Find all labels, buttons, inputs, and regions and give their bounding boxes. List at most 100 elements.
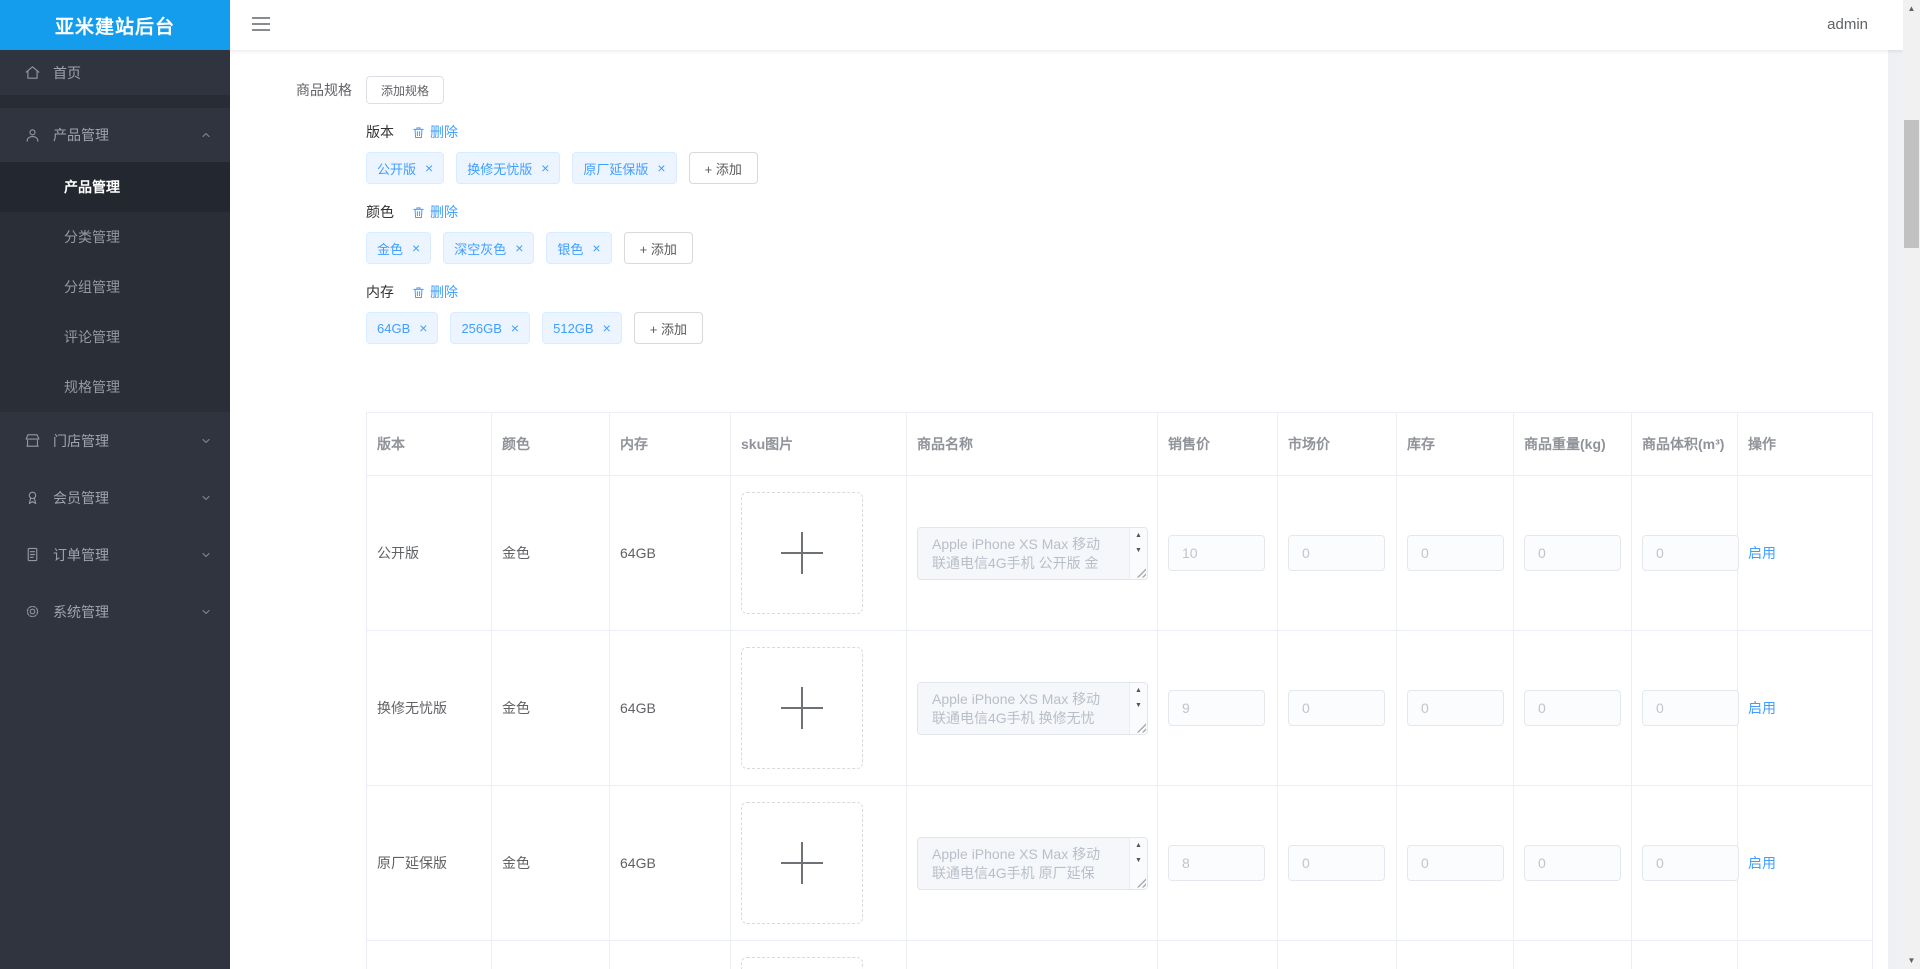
weight-input[interactable]	[1524, 845, 1621, 881]
sidebar-item-product-manage[interactable]: 产品管理	[0, 162, 230, 212]
sidebar-item-system[interactable]: 系统管理	[0, 583, 230, 640]
sku-table: 版本 颜色 内存 sku图片 商品名称 销售价 市场价 库存 商品重量(kg) …	[366, 412, 1873, 969]
sidebar-item-label: 系统管理	[53, 603, 109, 620]
topbar: admin	[230, 0, 1903, 50]
sidebar-submenu-product: 产品管理 分类管理 分组管理 评论管理 规格管理	[0, 162, 230, 412]
market-price-input[interactable]	[1288, 690, 1385, 726]
scrollbar-down-icon[interactable]: ▼	[1903, 952, 1920, 969]
sidebar-item-store[interactable]: 门店管理	[0, 412, 230, 469]
app-title: 亚米建站后台	[0, 0, 230, 50]
scroll-down-icon[interactable]: ▼	[1130, 698, 1147, 713]
spec-group-name: 版本	[366, 124, 394, 140]
sidebar-item-order[interactable]: 订单管理	[0, 526, 230, 583]
cell-market-price	[1277, 475, 1397, 631]
tag-close-icon[interactable]: ×	[511, 321, 519, 335]
spec-group-color: 颜色 删除	[366, 202, 1888, 222]
cell-sku-image	[730, 785, 907, 941]
price-input[interactable]	[1168, 690, 1265, 726]
tag-close-icon[interactable]: ×	[419, 321, 427, 335]
weight-input[interactable]	[1524, 535, 1621, 571]
add-tag-button[interactable]: + 添加	[623, 232, 693, 264]
cell-market-price	[1277, 940, 1397, 969]
add-spec-button[interactable]: 添加规格	[366, 76, 445, 104]
user-icon	[24, 127, 41, 144]
spec-tag: 256GB ×	[450, 312, 531, 344]
spec-tag-label: 银色	[557, 241, 584, 257]
sidebar-item-spec-manage[interactable]: 规格管理	[0, 362, 230, 412]
gear-icon	[24, 603, 41, 620]
add-tag-button[interactable]: + 添加	[633, 312, 703, 344]
volume-input[interactable]	[1642, 535, 1739, 571]
sidebar-item-comment-manage[interactable]: 评论管理	[0, 312, 230, 362]
cell-weight	[1513, 785, 1632, 941]
table-header-cell: 操作	[1737, 412, 1873, 476]
menu-toggle-button[interactable]	[252, 17, 272, 33]
tag-close-icon[interactable]: ×	[592, 241, 600, 255]
sidebar-item-product[interactable]: 产品管理	[0, 108, 230, 162]
stock-input[interactable]	[1407, 845, 1504, 881]
spec-group-memory: 内存 删除	[366, 282, 1888, 302]
market-price-input[interactable]	[1288, 845, 1385, 881]
product-name-textarea[interactable]: Apple iPhone XS Max 移动 联通电信4G手机 原厂延保 ▲ ▼	[917, 836, 1148, 890]
stock-input[interactable]	[1407, 535, 1504, 571]
spec-tag-label: 深空灰色	[454, 241, 507, 257]
trash-icon	[413, 286, 424, 298]
scroll-down-icon[interactable]: ▼	[1130, 853, 1147, 868]
plus-icon	[781, 842, 823, 884]
cell-sku-image	[730, 475, 907, 631]
user-menu[interactable]: admin	[1827, 0, 1868, 50]
sidebar-item-member[interactable]: 会员管理	[0, 469, 230, 526]
tag-close-icon[interactable]: ×	[541, 161, 549, 175]
delete-spec-button[interactable]: 删除	[411, 282, 458, 302]
tag-close-icon[interactable]: ×	[515, 241, 523, 255]
scroll-up-icon[interactable]: ▲	[1130, 528, 1147, 543]
product-name-textarea[interactable]: Apple iPhone XS Max 移动 联通电信4G手机 换修无忧 ▲ ▼	[917, 681, 1148, 735]
price-input[interactable]	[1168, 845, 1265, 881]
cell-color: 金色	[491, 630, 610, 786]
scroll-up-icon[interactable]: ▲	[1130, 838, 1147, 853]
delete-spec-button[interactable]: 删除	[411, 202, 458, 222]
table-header-cell: 颜色	[491, 412, 610, 476]
tag-close-icon[interactable]: ×	[412, 241, 420, 255]
tag-close-icon[interactable]: ×	[425, 161, 433, 175]
table-row: 换修无忧版 金色 64GB Apple iPhone XS Max 移动 联通电…	[366, 630, 1873, 786]
cell-market-price	[1277, 630, 1397, 786]
volume-input[interactable]	[1642, 845, 1739, 881]
enable-link[interactable]: 启用	[1748, 700, 1776, 716]
chevron-down-icon	[200, 435, 212, 447]
scrollbar-thumb[interactable]	[1904, 120, 1919, 248]
sku-image-upload[interactable]	[741, 802, 863, 924]
price-input[interactable]	[1168, 535, 1265, 571]
enable-link[interactable]: 启用	[1748, 545, 1776, 561]
sku-image-upload[interactable]	[741, 957, 863, 969]
sku-image-upload[interactable]	[741, 647, 863, 769]
page-scrollbar[interactable]: ▲ ▼	[1903, 0, 1920, 969]
cell-version: 原厂延保版	[366, 785, 492, 941]
scroll-down-icon[interactable]: ▼	[1130, 543, 1147, 558]
home-icon	[24, 64, 41, 81]
stock-input[interactable]	[1407, 690, 1504, 726]
tag-close-icon[interactable]: ×	[657, 161, 665, 175]
spec-tag: 原厂延保版 ×	[572, 152, 677, 184]
sidebar-item-category-manage[interactable]: 分类管理	[0, 212, 230, 262]
product-name-textarea[interactable]: Apple iPhone XS Max 移动 联通电信4G手机 公开版 金 ▲ …	[917, 526, 1148, 580]
trash-icon	[413, 206, 424, 218]
table-header-cell: 市场价	[1277, 412, 1397, 476]
add-tag-button[interactable]: + 添加	[688, 152, 758, 184]
market-price-input[interactable]	[1288, 535, 1385, 571]
chevron-down-icon	[200, 492, 212, 504]
sidebar-item-home[interactable]: 首页	[0, 50, 230, 95]
sidebar-item-label: 订单管理	[53, 546, 109, 563]
cell-sku-image	[730, 940, 907, 969]
sku-image-upload[interactable]	[741, 492, 863, 614]
scrollbar-up-icon[interactable]: ▲	[1903, 0, 1920, 17]
delete-spec-button[interactable]: 删除	[411, 122, 458, 142]
tag-close-icon[interactable]: ×	[603, 321, 611, 335]
weight-input[interactable]	[1524, 690, 1621, 726]
product-name-line: 联通电信4G手机 公开版 金	[932, 554, 1099, 571]
scroll-up-icon[interactable]: ▲	[1130, 683, 1147, 698]
sidebar-item-label: 产品管理	[53, 127, 109, 143]
sidebar-item-group-manage[interactable]: 分组管理	[0, 262, 230, 312]
volume-input[interactable]	[1642, 690, 1739, 726]
enable-link[interactable]: 启用	[1748, 855, 1776, 871]
